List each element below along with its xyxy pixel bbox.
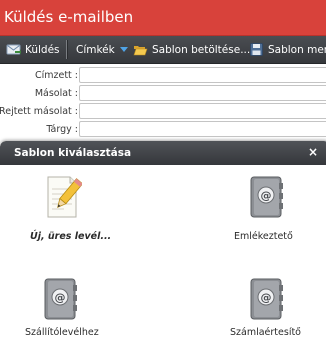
template-list: Új, üres levél... @ Emlékeztető @ Szállí…	[0, 165, 326, 351]
address-book-icon: @	[246, 277, 286, 321]
template-label: Emlékeztető	[234, 231, 293, 242]
svg-text:@: @	[261, 291, 272, 304]
template-tile-delivery-note[interactable]: @ Szállítólevélhez	[0, 277, 140, 339]
template-tile-reminder[interactable]: @ Emlékeztető	[190, 175, 326, 242]
subject-row: Tárgy :	[0, 121, 326, 138]
template-select-dialog: Sablon kiválasztása × Új, üres levél... …	[0, 141, 326, 351]
send-mail-icon	[6, 42, 21, 57]
to-label: Címzett :	[34, 70, 78, 81]
cc-field[interactable]	[79, 85, 326, 101]
save-template-button[interactable]: Sablon mentése	[249, 36, 326, 63]
send-button-label: Küldés	[25, 43, 60, 56]
tags-dropdown-button[interactable]: Címkék	[76, 36, 128, 63]
tags-button-label: Címkék	[76, 43, 115, 56]
cc-row: Másolat :	[0, 85, 326, 102]
toolbar-separator	[66, 40, 68, 59]
dialog-header: Sablon kiválasztása ×	[0, 141, 326, 165]
template-tile-invoice-notice[interactable]: @ Számlaértesítő	[190, 277, 326, 339]
subject-field[interactable]	[79, 121, 326, 137]
toolbar: Küldés Címkék Sablon betöltése... Sablon…	[0, 36, 326, 64]
template-label: Új, üres levél...	[30, 231, 112, 242]
svg-text:@: @	[55, 291, 66, 304]
close-icon[interactable]: ×	[306, 144, 320, 160]
email-header-form: Címzett : Másolat : Rejtett másolat : Tá…	[0, 64, 326, 144]
dialog-title: Sablon kiválasztása	[14, 147, 132, 159]
chevron-down-icon	[119, 47, 128, 52]
subject-label: Tárgy :	[46, 124, 78, 135]
load-template-button[interactable]: Sablon betöltése...	[133, 36, 250, 63]
to-field[interactable]	[79, 67, 326, 83]
address-book-icon: @	[246, 175, 286, 219]
load-template-label: Sablon betöltése...	[152, 43, 251, 56]
open-folder-icon	[133, 42, 148, 57]
bcc-label: Rejtett másolat :	[0, 106, 78, 117]
template-label: Szállítólevélhez	[25, 327, 99, 338]
svg-text:@: @	[261, 189, 272, 202]
floppy-disk-icon	[249, 42, 264, 57]
cc-label: Másolat :	[34, 88, 78, 99]
template-label: Számlaértesítő	[230, 327, 301, 338]
template-tile-new-letter[interactable]: Új, üres levél...	[0, 175, 140, 242]
send-button[interactable]: Küldés	[6, 36, 60, 63]
save-template-label: Sablon mentése	[268, 43, 326, 56]
window-titlebar: Küldés e-mailben	[0, 0, 326, 36]
bcc-row: Rejtett másolat :	[0, 103, 326, 120]
new-letter-icon	[42, 175, 82, 219]
window-title: Küldés e-mailben	[4, 8, 134, 26]
address-book-icon: @	[40, 277, 80, 321]
to-row: Címzett :	[0, 67, 326, 84]
bcc-field[interactable]	[79, 103, 326, 119]
